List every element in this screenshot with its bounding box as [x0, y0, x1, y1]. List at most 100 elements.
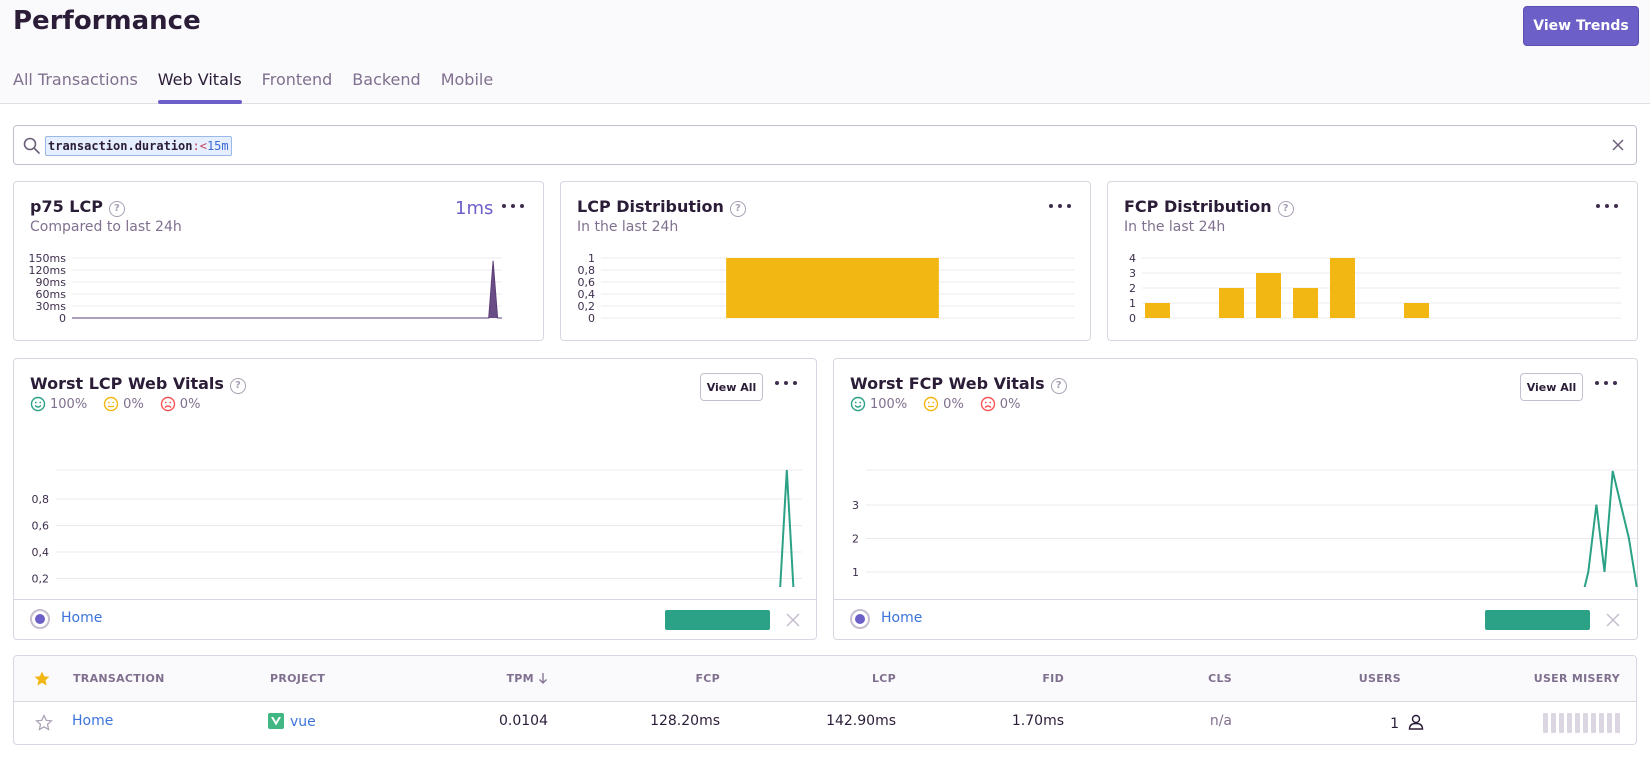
more-options-icon[interactable] [500, 196, 526, 216]
p75-lcp-value: 1ms [455, 198, 494, 219]
bar [726, 258, 939, 318]
y-tick-label: 0 [1129, 312, 1136, 325]
page-header: Performance View Trends All Transactions… [0, 0, 1650, 104]
worst-fcp-card: Worst FCP Web Vitals? 100% 0% 0% View Al… [833, 358, 1639, 640]
y-tick-label: 0,6 [32, 520, 50, 533]
tpm-cell: 0.0104 [499, 713, 548, 729]
view-trends-button[interactable]: View Trends [1523, 6, 1639, 46]
users-count: 1 [1390, 716, 1399, 732]
column-header-users[interactable]: USERS [1359, 672, 1401, 685]
help-icon[interactable]: ? [1277, 201, 1294, 217]
bar [1145, 303, 1170, 318]
sort-arrow-down-icon [539, 673, 547, 684]
more-options-icon[interactable] [1593, 373, 1619, 393]
close-icon[interactable] [785, 612, 801, 628]
series-legend: Home [14, 599, 816, 639]
series-status-bar [1485, 610, 1590, 630]
tab-all-transactions[interactable]: All Transactions [13, 70, 138, 104]
good-bucket-value: 100% [870, 396, 908, 412]
tab-backend[interactable]: Backend [352, 70, 420, 104]
y-tick-label: 2 [852, 533, 859, 546]
worst-fcp-title-text: Worst FCP Web Vitals [850, 374, 1045, 393]
tab-mobile[interactable]: Mobile [441, 70, 493, 104]
y-tick-label: 4 [1129, 252, 1136, 265]
view-all-button[interactable]: View All [1520, 373, 1583, 401]
transaction-link[interactable]: Home [72, 713, 113, 729]
sad-face-icon [980, 396, 995, 412]
help-icon[interactable]: ? [108, 201, 125, 217]
vital-buckets: 100% 0% 0% [30, 396, 216, 412]
user-icon [1408, 714, 1424, 730]
series-status-bar [665, 610, 770, 630]
tab-web-vitals[interactable]: Web Vitals [157, 70, 242, 104]
vital-buckets: 100% 0% 0% [850, 396, 1036, 412]
project-cell[interactable]: vue [268, 713, 316, 730]
fcp-distribution-title-text: FCP Distribution [1124, 197, 1272, 216]
column-header-tpm[interactable]: TPM [506, 672, 548, 685]
meh-bucket-value: 0% [943, 396, 964, 412]
worst-lcp-card: Worst LCP Web Vitals? 100% 0% 0% View Al… [13, 358, 817, 640]
fcp-distribution-chart: 4 3 2 1 0 [1129, 252, 1621, 325]
help-icon[interactable]: ? [229, 378, 246, 394]
fcp-distribution-subtitle: In the last 24h [1124, 219, 1226, 235]
search-token[interactable]: transaction.duration:<15m [45, 136, 232, 156]
vue-logo-icon [268, 713, 284, 729]
bar [1256, 273, 1281, 318]
series-legend: Home [834, 599, 1637, 639]
worst-fcp-chart: 3210 [852, 469, 1639, 587]
series-link-home[interactable]: Home [881, 610, 922, 626]
more-options-icon[interactable] [773, 373, 799, 393]
column-header-transaction[interactable]: TRANSACTION [73, 672, 165, 685]
help-icon[interactable]: ? [729, 201, 746, 217]
close-icon[interactable] [1605, 612, 1621, 628]
neutral-face-icon [923, 396, 939, 412]
series-line-good [1583, 470, 1638, 587]
column-header-tpm-label: TPM [506, 672, 534, 685]
more-options-icon[interactable] [1594, 196, 1620, 216]
lcp-cell: 142.90ms [826, 713, 896, 729]
table-header: TRANSACTION PROJECT TPM FCP LCP FID CLS … [14, 656, 1636, 702]
more-options-icon[interactable] [1047, 196, 1073, 216]
search-token-value: 15m [206, 139, 229, 153]
poor-bucket-value: 0% [999, 396, 1021, 412]
worst-fcp-title: Worst FCP Web Vitals? [850, 374, 1067, 394]
series-line-good [779, 469, 795, 587]
column-header-project[interactable]: PROJECT [270, 672, 325, 685]
worst-lcp-chart: 0,80,60,40,20 [32, 469, 802, 587]
series-radio[interactable] [30, 609, 50, 629]
page-title: Performance [13, 6, 201, 36]
star-filled-icon[interactable] [33, 670, 51, 688]
series-link-home[interactable]: Home [61, 610, 102, 626]
meh-bucket-value: 0% [123, 396, 144, 412]
neutral-face-icon [103, 396, 119, 412]
sad-face-icon [160, 396, 175, 412]
view-all-button[interactable]: View All [700, 373, 763, 401]
help-icon[interactable]: ? [1050, 378, 1067, 394]
y-tick-label: 0 [59, 312, 66, 325]
project-name[interactable]: vue [290, 714, 316, 730]
column-header-fid[interactable]: FID [1042, 672, 1064, 685]
column-header-lcp[interactable]: LCP [872, 672, 896, 685]
good-bucket: 100% [30, 396, 87, 412]
lcp-distribution-subtitle: In the last 24h [577, 219, 679, 235]
poor-bucket-value: 0% [179, 396, 201, 412]
column-header-fcp[interactable]: FCP [695, 672, 720, 685]
y-tick-label: 1 [1129, 297, 1136, 310]
worst-lcp-title: Worst LCP Web Vitals? [30, 374, 246, 394]
y-tick-label: 0,2 [32, 573, 50, 586]
clear-search-icon[interactable] [1610, 137, 1626, 153]
column-header-user-misery[interactable]: USER MISERY [1534, 672, 1620, 685]
good-bucket: 100% [850, 396, 907, 412]
star-outline-icon[interactable] [35, 714, 53, 732]
tab-frontend[interactable]: Frontend [262, 70, 333, 104]
series-radio[interactable] [850, 609, 870, 629]
search-bar[interactable]: transaction.duration:<15m [13, 125, 1637, 165]
p75-lcp-title-text: p75 LCP [30, 197, 103, 216]
y-tick-label: 2 [1129, 282, 1136, 295]
happy-face-icon [850, 396, 866, 412]
y-tick-label: 0,4 [32, 546, 50, 559]
column-header-cls[interactable]: CLS [1208, 672, 1232, 685]
y-tick-label: 3 [852, 499, 859, 512]
tab-bar: All Transactions Web Vitals Frontend Bac… [13, 70, 513, 104]
lcp-distribution-title: LCP Distribution? [577, 197, 746, 217]
